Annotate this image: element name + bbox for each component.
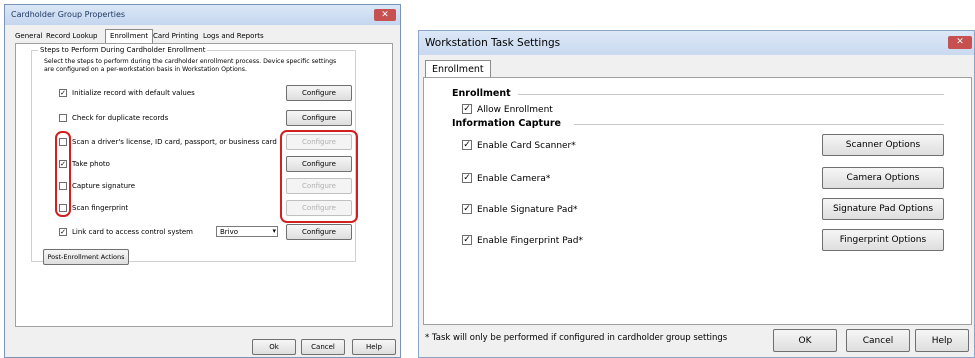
initialize-record-checkbox[interactable]: ✓: [59, 89, 67, 97]
window-title: Workstation Task Settings: [425, 37, 561, 49]
link-card-checkbox[interactable]: ✓: [59, 228, 67, 236]
help-button[interactable]: Help: [352, 339, 396, 355]
select-value: Brivo: [220, 228, 239, 236]
check-duplicates-checkbox[interactable]: [59, 114, 67, 122]
configure-buttons-highlight-box: [280, 130, 358, 223]
signature-pad-checkbox[interactable]: ✓: [462, 204, 472, 214]
information-capture-divider: [574, 124, 944, 125]
footnote: * Task will only be performed if configu…: [425, 333, 728, 343]
ok-button[interactable]: OK: [773, 329, 837, 352]
description-line1: Select the steps to perform during the c…: [44, 58, 337, 65]
allow-enrollment-checkbox[interactable]: ✓: [462, 104, 472, 114]
allow-enrollment-label: Allow Enrollment: [477, 105, 553, 115]
signature-pad-options-button[interactable]: Signature Pad Options: [822, 198, 944, 220]
camera-options-button[interactable]: Camera Options: [822, 167, 944, 189]
link-card-label: Link card to access control system: [72, 228, 193, 236]
signature-pad-label: Enable Signature Pad*: [477, 205, 578, 215]
help-button[interactable]: Help: [915, 329, 969, 352]
window-title: Cardholder Group Properties: [11, 10, 126, 19]
enrollment-tab-page: Steps to Perform During Cardholder Enrol…: [15, 43, 393, 327]
fingerprint-pad-label: Enable Fingerprint Pad*: [477, 236, 583, 246]
tab-enrollment[interactable]: Enrollment: [425, 60, 491, 78]
capture-signature-label: Capture signature: [72, 182, 136, 190]
cancel-button[interactable]: Cancel: [301, 339, 345, 355]
close-icon[interactable]: ✕: [374, 9, 396, 21]
chevron-down-icon[interactable]: ▾: [272, 227, 276, 235]
enrollment-divider: [518, 94, 944, 95]
scan-fingerprint-label: Scan fingerprint: [72, 204, 129, 212]
checkbox-highlight-box: [55, 131, 71, 217]
cancel-button[interactable]: Cancel: [846, 329, 910, 352]
close-icon[interactable]: ✕: [948, 36, 972, 49]
initialize-record-configure-button[interactable]: Configure: [286, 85, 352, 101]
ok-button[interactable]: Ok: [252, 339, 296, 355]
take-photo-label: Take photo: [72, 160, 110, 168]
link-card-configure-button[interactable]: Configure: [286, 224, 352, 240]
initialize-record-label: Initialize record with default values: [72, 89, 195, 97]
description-line2: are configured on a per-workstation basi…: [44, 66, 247, 73]
tab-general[interactable]: General: [15, 32, 43, 40]
access-control-system-select[interactable]: Brivo ▾: [216, 226, 278, 237]
enrollment-heading: Enrollment: [452, 88, 511, 99]
fingerprint-options-button[interactable]: Fingerprint Options: [822, 229, 944, 251]
check-duplicates-configure-button[interactable]: Configure: [286, 110, 352, 126]
title-bar: Workstation Task Settings ✕: [419, 31, 974, 55]
camera-checkbox[interactable]: ✓: [462, 173, 472, 183]
scan-license-label: Scan a driver's license, ID card, passpo…: [72, 138, 277, 146]
tab-card-printing[interactable]: Card Printing: [153, 32, 199, 40]
enrollment-tab-page: Enrollment ✓ Allow Enrollment Informatio…: [423, 77, 972, 325]
camera-label: Enable Camera*: [477, 174, 551, 184]
cardholder-group-properties-window: Cardholder Group Properties ✕ General Re…: [4, 4, 401, 358]
tab-enrollment[interactable]: Enrollment: [105, 29, 154, 43]
card-scanner-checkbox[interactable]: ✓: [462, 140, 472, 150]
fingerprint-pad-checkbox[interactable]: ✓: [462, 235, 472, 245]
information-capture-heading: Information Capture: [452, 118, 561, 129]
check-duplicates-label: Check for duplicate records: [72, 114, 169, 122]
tab-strip: General Record Lookup Enrollment Card Pr…: [13, 29, 393, 43]
card-scanner-label: Enable Card Scanner*: [477, 141, 576, 151]
scanner-options-button[interactable]: Scanner Options: [822, 134, 944, 156]
tab-record-lookup[interactable]: Record Lookup: [46, 32, 97, 40]
workstation-task-settings-window: Workstation Task Settings ✕ Enrollment E…: [418, 30, 975, 358]
group-title: Steps to Perform During Cardholder Enrol…: [38, 46, 208, 54]
tab-logs-and-reports[interactable]: Logs and Reports: [203, 32, 264, 40]
title-bar: Cardholder Group Properties ✕: [5, 5, 400, 25]
post-enrollment-actions-button[interactable]: Post-Enrollment Actions: [43, 249, 129, 265]
